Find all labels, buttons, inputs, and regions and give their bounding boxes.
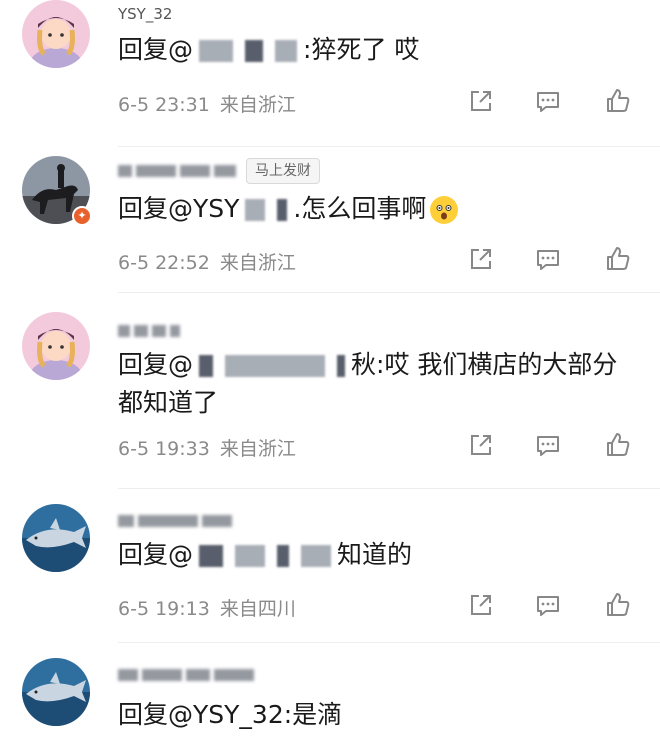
share-icon[interactable]	[466, 430, 496, 460]
divider	[118, 292, 660, 293]
comment-location: 来自四川	[219, 598, 296, 620]
avatar[interactable]	[22, 312, 90, 380]
divider	[118, 146, 660, 147]
username-redaction	[118, 514, 134, 527]
comment-meta: 6-5 19:33 来自浙江	[118, 434, 296, 461]
avatar[interactable]	[22, 0, 90, 68]
redaction	[337, 355, 346, 377]
comment-text: 回复@YSY_32:是滴	[118, 696, 638, 734]
comment-text: 回复@ 秋:哎 我们横店的大部分都知道了	[118, 346, 638, 422]
comment-text: 回复@YSY .怎么回事啊	[118, 190, 638, 228]
comment-date: 6-5 22:52	[118, 252, 210, 274]
thumbs-up-icon[interactable]	[603, 590, 633, 620]
comment-date: 6-5 19:13	[118, 598, 210, 620]
username-redaction	[214, 668, 254, 681]
username-redaction	[134, 324, 148, 337]
reply-prefix[interactable]: 回复@	[118, 35, 193, 64]
comment-meta: 6-5 23:31 来自浙江	[118, 90, 296, 117]
redaction	[301, 545, 332, 567]
username[interactable]	[118, 664, 258, 686]
avatar[interactable]	[22, 658, 90, 726]
redaction	[245, 40, 264, 62]
comment-meta: 6-5 22:52 来自浙江	[118, 248, 296, 275]
thumbs-up-icon[interactable]	[603, 86, 633, 116]
comment-date: 6-5 23:31	[118, 94, 210, 116]
astonished-face-icon	[430, 196, 459, 224]
username-redaction	[180, 164, 210, 177]
reply-body: :猝死了 哎	[303, 35, 420, 64]
username-redaction	[138, 514, 198, 527]
comment-icon[interactable]	[533, 430, 563, 460]
redaction	[245, 199, 266, 221]
username-redaction	[142, 668, 182, 681]
avatar[interactable]	[22, 504, 90, 572]
comment-icon[interactable]	[533, 590, 563, 620]
reply-body: 知道的	[337, 540, 413, 569]
comment-item: 回复@YSY_32:是滴	[0, 650, 660, 748]
comment-item: 回复@ 秋:哎 我们横店的大部分都知道了 6-5 19:33 来自浙江	[0, 300, 660, 490]
comment-text: 回复@ 知道的	[118, 536, 638, 574]
divider	[118, 488, 660, 489]
username-redaction	[152, 324, 166, 337]
username-redaction	[214, 164, 236, 177]
username-redaction	[202, 514, 232, 527]
redaction	[235, 545, 266, 567]
comment-item: 回复@ 知道的 6-5 19:13 来自四川	[0, 496, 660, 646]
redaction	[225, 355, 326, 377]
comment-item: ✦ 马上发财 回复@YSY .怎么回事啊 6-5 22:52 来自浙江	[0, 150, 660, 290]
redaction	[277, 545, 290, 567]
share-icon[interactable]	[466, 86, 496, 116]
comment-icon[interactable]	[533, 86, 563, 116]
comment-text: 回复@ :猝死了 哎	[118, 31, 638, 69]
reply-body: .怎么回事啊	[293, 194, 427, 223]
redaction	[199, 545, 224, 567]
comment-location: 来自浙江	[219, 252, 296, 274]
comment-meta: 6-5 19:13 来自四川	[118, 594, 296, 621]
reply-body: 是滴	[292, 700, 343, 729]
thumbs-up-icon[interactable]	[603, 430, 633, 460]
reply-prefix[interactable]: 回复@YSY	[118, 194, 239, 223]
comment-icon[interactable]	[533, 244, 563, 274]
share-icon[interactable]	[466, 590, 496, 620]
fan-badge: 马上发财	[246, 158, 320, 184]
username[interactable]	[118, 510, 236, 532]
username-redaction	[118, 164, 132, 177]
redaction	[277, 199, 288, 221]
reply-prefix[interactable]: 回复@	[118, 350, 193, 379]
divider	[118, 642, 660, 643]
comment-location: 来自浙江	[219, 94, 296, 116]
username-redaction	[170, 324, 180, 337]
share-icon[interactable]	[466, 244, 496, 274]
redaction	[199, 40, 234, 62]
comment-date: 6-5 19:33	[118, 438, 210, 460]
reply-mid: 秋	[351, 350, 377, 379]
username[interactable]	[118, 160, 240, 182]
username-redaction	[118, 324, 130, 337]
reply-prefix[interactable]: 回复@YSY_32:	[118, 700, 292, 729]
redaction	[199, 355, 214, 377]
username-redaction	[186, 668, 210, 681]
comment-item: YSY_32 回复@ :猝死了 哎 6-5 23:31 来自浙江	[0, 0, 660, 150]
thumbs-up-icon[interactable]	[603, 244, 633, 274]
verified-badge-icon: ✦	[72, 206, 92, 226]
username-redaction	[118, 668, 138, 681]
username-redaction	[136, 164, 176, 177]
username-text: YSY_32	[118, 5, 173, 23]
reply-prefix[interactable]: 回复@	[118, 540, 193, 569]
comment-location: 来自浙江	[219, 438, 296, 460]
username[interactable]: YSY_32	[118, 4, 172, 26]
username[interactable]	[118, 320, 184, 342]
redaction	[275, 40, 298, 62]
